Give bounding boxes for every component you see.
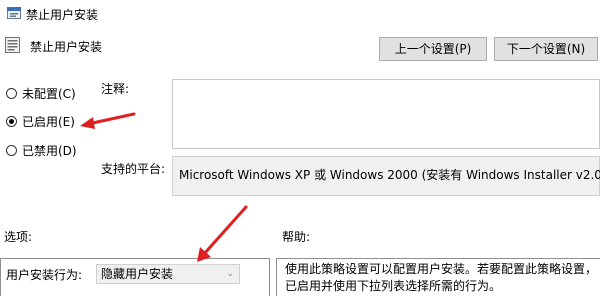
install-behavior-value: 隐藏用户安装 xyxy=(101,267,174,281)
radio-label: 未配置(C) xyxy=(22,86,76,101)
window-title: 禁止用户安装 xyxy=(26,8,99,22)
radio-label: 已启用(E) xyxy=(22,114,75,129)
radio-disabled[interactable]: 已禁用(D) xyxy=(6,141,77,159)
radio-enabled[interactable]: 已启用(E) xyxy=(6,112,75,130)
radio-circle[interactable] xyxy=(6,144,17,156)
policy-title: 禁止用户安装 xyxy=(30,40,103,54)
help-text: 使用此策略设置可以配置用户安装。若要配置此策略设置， 已启用并使用下拉列表选择所… xyxy=(285,261,597,295)
install-behavior-label: 用户安装行为: xyxy=(6,268,83,282)
radio-circle[interactable] xyxy=(6,87,17,99)
previous-setting-button[interactable]: 上一个设置(P) xyxy=(379,37,487,61)
radio-label: 已禁用(D) xyxy=(22,143,77,158)
comment-label: 注释: xyxy=(101,82,130,96)
radio-circle-checked[interactable] xyxy=(6,115,17,127)
install-behavior-dropdown[interactable]: 隐藏用户安装 ⌄ xyxy=(96,264,240,284)
options-label: 选项: xyxy=(4,230,33,244)
policy-setting-icon xyxy=(5,37,20,53)
platform-value: Microsoft Windows XP 或 Windows 2000 (安装有… xyxy=(179,168,600,182)
arrow-to-dropdown xyxy=(197,205,248,262)
radio-not-configured[interactable]: 未配置(C) xyxy=(6,84,76,102)
help-label: 帮助: xyxy=(282,230,311,244)
comment-textarea[interactable] xyxy=(172,79,600,149)
next-setting-button[interactable]: 下一个设置(N) xyxy=(494,37,598,61)
title-bar: 禁止用户安装 xyxy=(0,0,600,28)
policy-window-icon xyxy=(7,7,21,19)
help-line: 使用此策略设置可以配置用户安装。若要配置此策略设置， xyxy=(285,262,598,276)
help-line: 已启用并使用下拉列表选择所需的行为。 xyxy=(285,279,502,293)
platform-label: 支持的平台: xyxy=(101,162,166,176)
chevron-down-icon[interactable]: ⌄ xyxy=(226,265,234,283)
arrow-to-enabled xyxy=(80,112,136,129)
